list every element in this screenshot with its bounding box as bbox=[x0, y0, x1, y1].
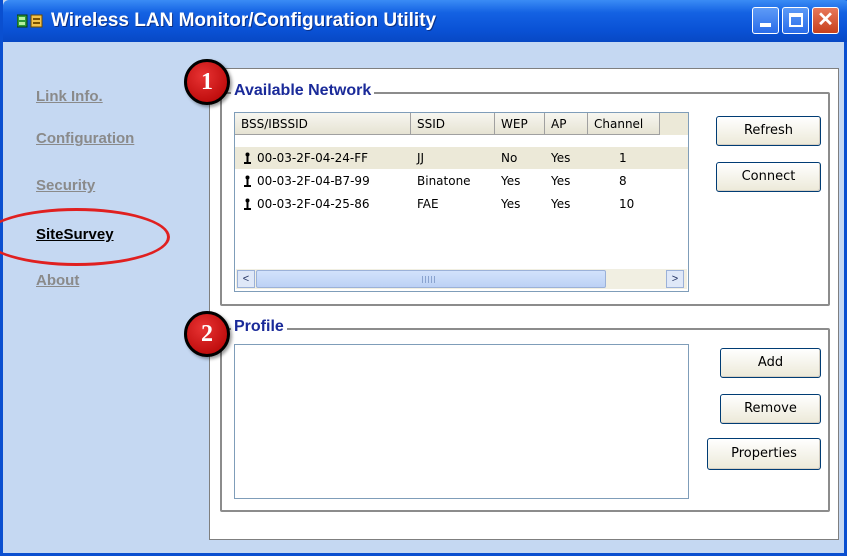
station-antenna-icon bbox=[244, 198, 251, 210]
callout-badge-2: 2 bbox=[184, 311, 230, 357]
scroll-thumb[interactable] bbox=[256, 270, 606, 288]
station-antenna-icon bbox=[244, 175, 251, 187]
cell-channel: 10 bbox=[619, 197, 635, 211]
nav-security[interactable]: Security bbox=[36, 177, 95, 194]
app-window: Wireless LAN Monitor/Configuration Utili… bbox=[0, 0, 847, 556]
cell-channel: 1 bbox=[619, 151, 627, 165]
cell-ap: Yes bbox=[551, 151, 571, 165]
nav-about[interactable]: About bbox=[36, 272, 79, 289]
network-row[interactable]: 00-03-2F-04-25-86 FAE Yes Yes 10 bbox=[235, 193, 688, 215]
chevron-right-icon: > bbox=[671, 273, 679, 285]
maximize-button[interactable] bbox=[782, 7, 809, 34]
column-header-wep[interactable]: WEP bbox=[495, 113, 545, 135]
cell-ssid: JJ bbox=[417, 151, 425, 165]
available-network-title: Available Network bbox=[231, 82, 375, 100]
network-list-hscrollbar[interactable]: < > bbox=[236, 269, 687, 289]
cell-channel: 8 bbox=[619, 174, 627, 188]
station-antenna-icon bbox=[244, 152, 251, 164]
nav-configuration[interactable]: Configuration bbox=[36, 130, 134, 147]
network-list[interactable]: BSS/IBSSID SSID WEP AP Channel 00-03-2F-… bbox=[234, 112, 689, 292]
refresh-button[interactable]: Refresh bbox=[716, 116, 821, 146]
profile-title: Profile bbox=[231, 318, 287, 336]
grip-icon bbox=[422, 276, 436, 283]
network-row[interactable]: 00-03-2F-04-B7-99 Binatone Yes Yes 8 bbox=[235, 170, 688, 192]
properties-button[interactable]: Properties bbox=[707, 438, 821, 470]
cell-wep: No bbox=[501, 151, 518, 165]
cell-bssid: 00-03-2F-04-25-86 bbox=[257, 197, 370, 211]
scroll-right-button[interactable]: > bbox=[666, 270, 684, 288]
title-bar[interactable]: Wireless LAN Monitor/Configuration Utili… bbox=[3, 0, 847, 42]
scroll-left-button[interactable]: < bbox=[237, 270, 255, 288]
cell-wep: Yes bbox=[501, 197, 521, 211]
network-row[interactable]: 00-03-2F-04-24-FF JJ No Yes 1 bbox=[235, 147, 688, 169]
cell-bssid: 00-03-2F-04-24-FF bbox=[257, 151, 369, 165]
column-header-bssid[interactable]: BSS/IBSSID bbox=[235, 113, 411, 135]
maximize-icon bbox=[789, 13, 803, 27]
add-button[interactable]: Add bbox=[720, 348, 821, 378]
cell-ap: Yes bbox=[551, 197, 571, 211]
cell-ssid: FAE bbox=[417, 197, 439, 211]
app-network-icon bbox=[17, 14, 43, 28]
cell-ssid: Binatone bbox=[417, 174, 471, 188]
sitesurvey-highlight-annotation bbox=[0, 208, 170, 266]
close-button[interactable]: ✕ bbox=[812, 7, 839, 34]
nav-link-info[interactable]: Link Info. bbox=[36, 88, 103, 105]
cell-wep: Yes bbox=[501, 174, 521, 188]
column-header-channel[interactable]: Channel bbox=[588, 113, 660, 135]
window-title: Wireless LAN Monitor/Configuration Utili… bbox=[51, 10, 437, 31]
cell-bssid: 00-03-2F-04-B7-99 bbox=[257, 174, 370, 188]
minimize-button[interactable] bbox=[752, 7, 779, 34]
column-header-ap[interactable]: AP bbox=[545, 113, 588, 135]
connect-button[interactable]: Connect bbox=[716, 162, 821, 192]
chevron-left-icon: < bbox=[242, 273, 250, 285]
cell-ap: Yes bbox=[551, 174, 571, 188]
close-icon: ✕ bbox=[817, 9, 834, 31]
column-header-ssid[interactable]: SSID bbox=[411, 113, 495, 135]
minimize-icon bbox=[760, 23, 771, 27]
remove-button[interactable]: Remove bbox=[720, 394, 821, 424]
callout-badge-1: 1 bbox=[184, 59, 230, 105]
profile-list[interactable] bbox=[234, 344, 689, 499]
network-list-header: BSS/IBSSID SSID WEP AP Channel bbox=[235, 113, 688, 135]
